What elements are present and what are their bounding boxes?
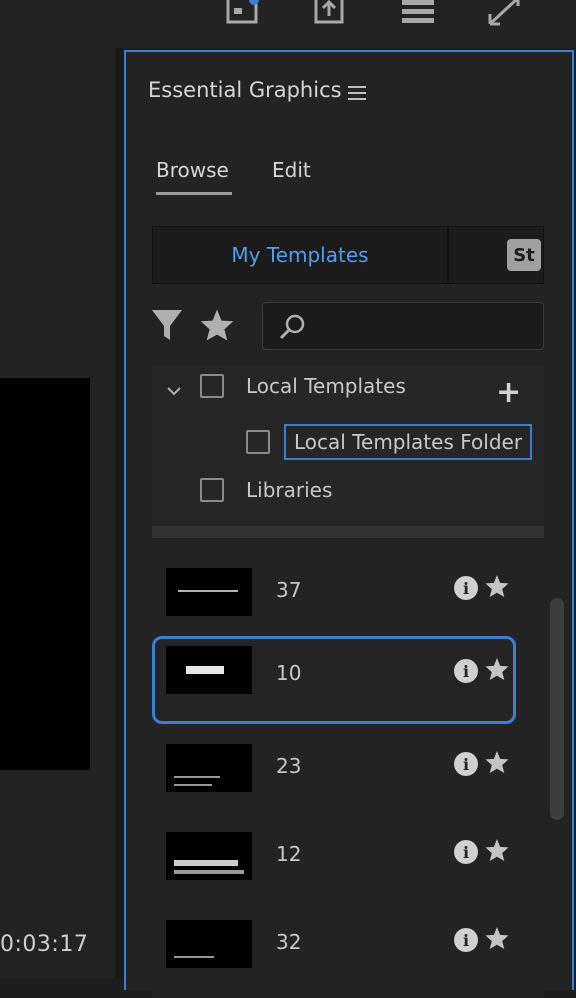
search-icon	[279, 314, 305, 340]
template-item[interactable]: 37 i	[152, 548, 516, 636]
libraries-checkbox[interactable]	[200, 478, 224, 502]
panel-divider[interactable]	[115, 48, 124, 978]
star-icon[interactable]	[198, 308, 236, 346]
new-item-icon[interactable]	[226, 0, 262, 30]
tab-edit[interactable]: Edit	[272, 158, 311, 182]
local-folder-checkbox[interactable]	[246, 430, 270, 454]
essential-graphics-panel: Essential Graphics Browse Edit My Templa…	[124, 50, 574, 998]
template-name: 23	[276, 754, 302, 778]
libraries-row[interactable]: Libraries	[200, 478, 332, 502]
template-list: 37 i 10 i 23 i 12 i 32 i	[152, 538, 564, 998]
template-item[interactable]: 12 i	[152, 812, 516, 900]
filter-icon[interactable]	[150, 308, 184, 346]
expand-icon[interactable]	[486, 0, 522, 30]
list-scrollbar[interactable]	[550, 598, 564, 820]
template-name: 37	[276, 578, 302, 602]
export-icon[interactable]	[312, 0, 348, 30]
template-thumbnail	[166, 744, 252, 792]
libraries-label: Libraries	[246, 478, 333, 502]
my-templates-button[interactable]: My Templates	[153, 227, 449, 283]
favorite-star-icon[interactable]	[484, 838, 510, 866]
template-thumbnail	[166, 568, 252, 616]
template-name: 32	[276, 930, 302, 954]
local-templates-row[interactable]: Local Templates	[200, 374, 406, 398]
workspace-icon[interactable]	[400, 0, 436, 30]
plus-icon[interactable]: +	[496, 378, 521, 408]
search-input[interactable]	[262, 302, 544, 350]
template-thumbnail	[166, 832, 252, 880]
chevron-down-icon[interactable]	[166, 382, 182, 401]
local-folder-row[interactable]: Local Templates Folder	[246, 424, 533, 460]
local-templates-label: Local Templates	[246, 374, 406, 398]
favorite-star-icon[interactable]	[484, 574, 510, 602]
template-item[interactable]: 23 i	[152, 724, 516, 812]
program-monitor	[0, 48, 115, 978]
template-thumbnail	[166, 646, 252, 694]
section-separator[interactable]	[152, 526, 544, 538]
info-icon[interactable]: i	[454, 928, 478, 952]
top-toolbar	[0, 0, 576, 48]
info-icon[interactable]: i	[454, 576, 478, 600]
template-item[interactable]: 32 i	[152, 900, 516, 988]
video-preview[interactable]	[0, 378, 90, 770]
timecode[interactable]: 0:03:17	[0, 932, 88, 957]
info-icon[interactable]: i	[454, 752, 478, 776]
template-location-tree: Local Templates + Local Templates Folder…	[152, 366, 544, 526]
favorite-star-icon[interactable]	[484, 657, 510, 685]
active-tab-underline	[156, 192, 232, 195]
info-icon[interactable]: i	[454, 840, 478, 864]
local-templates-checkbox[interactable]	[200, 374, 224, 398]
hamburger-menu-icon[interactable]	[348, 85, 368, 105]
adobe-stock-button[interactable]: St	[507, 239, 541, 271]
info-icon[interactable]: i	[454, 659, 478, 683]
template-source-switch: My Templates St	[152, 226, 544, 284]
template-name: 12	[276, 842, 302, 866]
panel-title: Essential Graphics	[148, 78, 342, 102]
favorite-star-icon[interactable]	[484, 750, 510, 778]
local-folder-label[interactable]: Local Templates Folder	[284, 424, 533, 460]
template-name: 10	[276, 661, 302, 685]
tab-browse[interactable]: Browse	[156, 158, 229, 182]
template-thumbnail	[166, 920, 252, 968]
template-item-selected[interactable]: 10 i	[152, 636, 516, 724]
favorite-star-icon[interactable]	[484, 926, 510, 954]
